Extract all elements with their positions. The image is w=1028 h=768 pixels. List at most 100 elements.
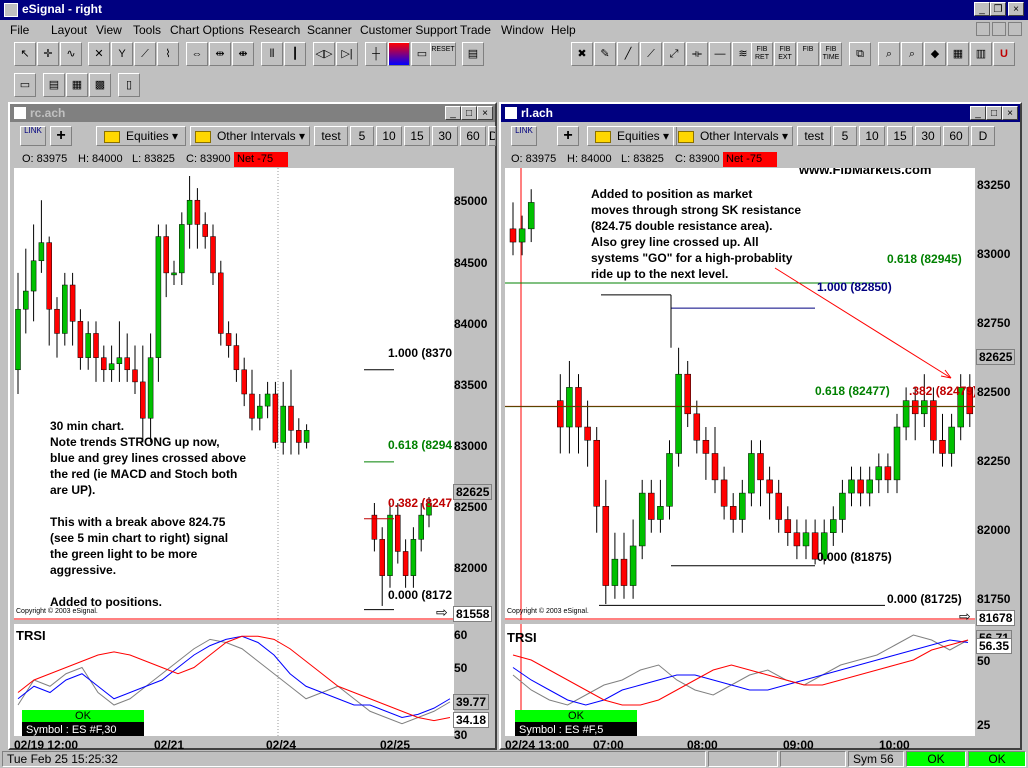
pointer-icon[interactable]: ↖ — [14, 42, 36, 66]
right-interval-15[interactable]: 15 — [887, 126, 913, 146]
left-minimize-button[interactable]: _ — [445, 106, 461, 120]
candle-body — [875, 466, 883, 481]
eraser-icon[interactable]: ◆ — [924, 42, 946, 66]
menu-tools[interactable]: Tools — [133, 23, 161, 37]
menu-layout[interactable]: Layout — [51, 23, 87, 37]
right-price-chart[interactable]: www.FibMarkets.com Added to position as … — [505, 168, 975, 620]
candle-type-icon[interactable]: ┃ — [284, 42, 306, 66]
close-button[interactable]: × — [1008, 2, 1024, 16]
left-price-chart[interactable]: 30 min chart. Note trends STRONG up now,… — [14, 168, 454, 620]
reset-button[interactable]: RESET — [430, 42, 456, 66]
scroll-right-icon[interactable]: ▷| — [336, 42, 358, 66]
candle-body — [395, 514, 401, 552]
zoom-fit-icon[interactable]: ⇔ — [186, 42, 208, 66]
copy-icon[interactable]: ⧉ — [849, 42, 871, 66]
right-indicator-chart[interactable]: TRSI OK Symbol : ES #F,5 — [505, 624, 975, 736]
mdi-close-button[interactable] — [1008, 22, 1022, 36]
menu-help[interactable]: Help — [551, 23, 576, 37]
layout-icon[interactable]: ▦ — [66, 73, 88, 97]
compress-icon[interactable]: ⇹ — [209, 42, 231, 66]
left-ok-box: OK Symbol : ES #F,30 — [22, 710, 144, 736]
menu-chart-options[interactable]: Chart Options — [170, 23, 244, 37]
menu-file[interactable]: File — [10, 23, 29, 37]
segment-icon[interactable]: ⟛ — [686, 42, 708, 66]
left-interval-15[interactable]: 15 — [404, 126, 430, 146]
ray-icon[interactable]: ⟋ — [640, 42, 662, 66]
left-interval-d[interactable]: D — [488, 126, 496, 146]
fib-extension-button[interactable]: FIB EXT — [774, 42, 796, 66]
menu-scanner[interactable]: Scanner — [307, 23, 352, 37]
mdi-restore-button[interactable] — [992, 22, 1006, 36]
right-other-intervals-dropdown[interactable]: Other Intervals ▾ — [673, 126, 793, 146]
minimize-button[interactable]: _ — [974, 2, 990, 16]
right-interval-30[interactable]: 30 — [915, 126, 941, 146]
right-annotation: Added to position as market moves throug… — [591, 186, 801, 282]
right-interval-5[interactable]: 5 — [833, 126, 857, 146]
fib-arc-button[interactable]: FIB — [797, 42, 819, 66]
crosshair-icon[interactable]: ┼ — [365, 42, 387, 66]
menu-view[interactable]: View — [96, 23, 122, 37]
trendline-icon[interactable]: ╱ — [617, 42, 639, 66]
fib-time-button[interactable]: FIB TIME — [820, 42, 842, 66]
right-interval-d[interactable]: D — [971, 126, 995, 146]
delete-drawing-icon[interactable]: ✖ — [571, 42, 593, 66]
trend-icon[interactable]: ⟋ — [134, 42, 156, 66]
left-link-button[interactable]: LINK — [20, 126, 46, 146]
page-setup-icon[interactable]: ▭ — [14, 73, 36, 97]
left-equities-dropdown[interactable]: Equities ▾ — [96, 126, 186, 146]
right-interval-10[interactable]: 10 — [859, 126, 885, 146]
chart-icon[interactable]: ▤ — [43, 73, 65, 97]
left-interval-5[interactable]: 5 — [350, 126, 374, 146]
book-icon[interactable]: ▥ — [970, 42, 992, 66]
left-test-button[interactable]: test — [314, 126, 348, 146]
grid-icon[interactable]: ▦ — [947, 42, 969, 66]
right-maximize-button[interactable]: □ — [986, 106, 1002, 120]
cursor-icon[interactable]: ✛ — [37, 42, 59, 66]
line-chart-icon[interactable]: ∿ — [60, 42, 82, 66]
left-interval-30[interactable]: 30 — [432, 126, 458, 146]
right-link-button[interactable]: LINK — [511, 126, 537, 146]
right-interval-60[interactable]: 60 — [943, 126, 969, 146]
menu-research[interactable]: Research — [249, 23, 300, 37]
clipboard-icon[interactable]: ▯ — [118, 73, 140, 97]
cross-icon[interactable]: ✕ — [88, 42, 110, 66]
right-test-button[interactable]: test — [797, 126, 831, 146]
mdi-min-button[interactable] — [976, 22, 990, 36]
extended-line-icon[interactable]: ⤢ — [663, 42, 685, 66]
magnet-icon[interactable]: U — [993, 42, 1015, 66]
scroll-left-icon[interactable]: ◁▷ — [313, 42, 335, 66]
scroll-right-arrow-icon[interactable]: ⇨ — [436, 604, 448, 621]
candle-body — [729, 506, 737, 520]
left-other-intervals-dropdown[interactable]: Other Intervals ▾ — [190, 126, 310, 146]
zigzag-icon[interactable]: ⌇ — [157, 42, 179, 66]
hline-icon[interactable]: — — [709, 42, 731, 66]
right-add-button[interactable]: + — [557, 126, 579, 146]
left-indicator-chart[interactable]: TRSI OK Symbol : ES #F,30 — [14, 624, 454, 736]
palette-icon[interactable]: ▩ — [89, 73, 111, 97]
candle-body — [210, 236, 216, 274]
right-close-button[interactable]: × — [1002, 106, 1018, 120]
left-interval-10[interactable]: 10 — [376, 126, 402, 146]
right-minimize-button[interactable]: _ — [970, 106, 986, 120]
zoom-in-icon[interactable]: ⌕ — [878, 42, 900, 66]
color-icon[interactable] — [388, 42, 410, 66]
left-close-button[interactable]: × — [477, 106, 493, 120]
menu-trade[interactable]: Trade — [460, 23, 491, 37]
fib-retracement-button[interactable]: FIB RET — [751, 42, 773, 66]
scroll-right-arrow-icon[interactable]: ⇨ — [959, 608, 971, 625]
restore-button[interactable]: ❐ — [990, 2, 1006, 16]
expand-icon[interactable]: ⇼ — [232, 42, 254, 66]
fork-icon[interactable]: Y — [111, 42, 133, 66]
properties-icon[interactable]: ▤ — [462, 42, 484, 66]
menu-customer-support[interactable]: Customer Support — [360, 23, 457, 37]
right-ind-tick: 50 — [977, 654, 991, 668]
left-add-button[interactable]: + — [50, 126, 72, 146]
zoom-out-icon[interactable]: ⌕ — [901, 42, 923, 66]
pencil-icon[interactable]: ✎ — [594, 42, 616, 66]
menu-window[interactable]: Window — [501, 23, 544, 37]
left-ind-tick: 50 — [454, 661, 468, 675]
bar-type-icon[interactable]: ⫴ — [261, 42, 283, 66]
left-interval-60[interactable]: 60 — [460, 126, 486, 146]
left-maximize-button[interactable]: □ — [461, 106, 477, 120]
right-equities-dropdown[interactable]: Equities ▾ — [587, 126, 677, 146]
